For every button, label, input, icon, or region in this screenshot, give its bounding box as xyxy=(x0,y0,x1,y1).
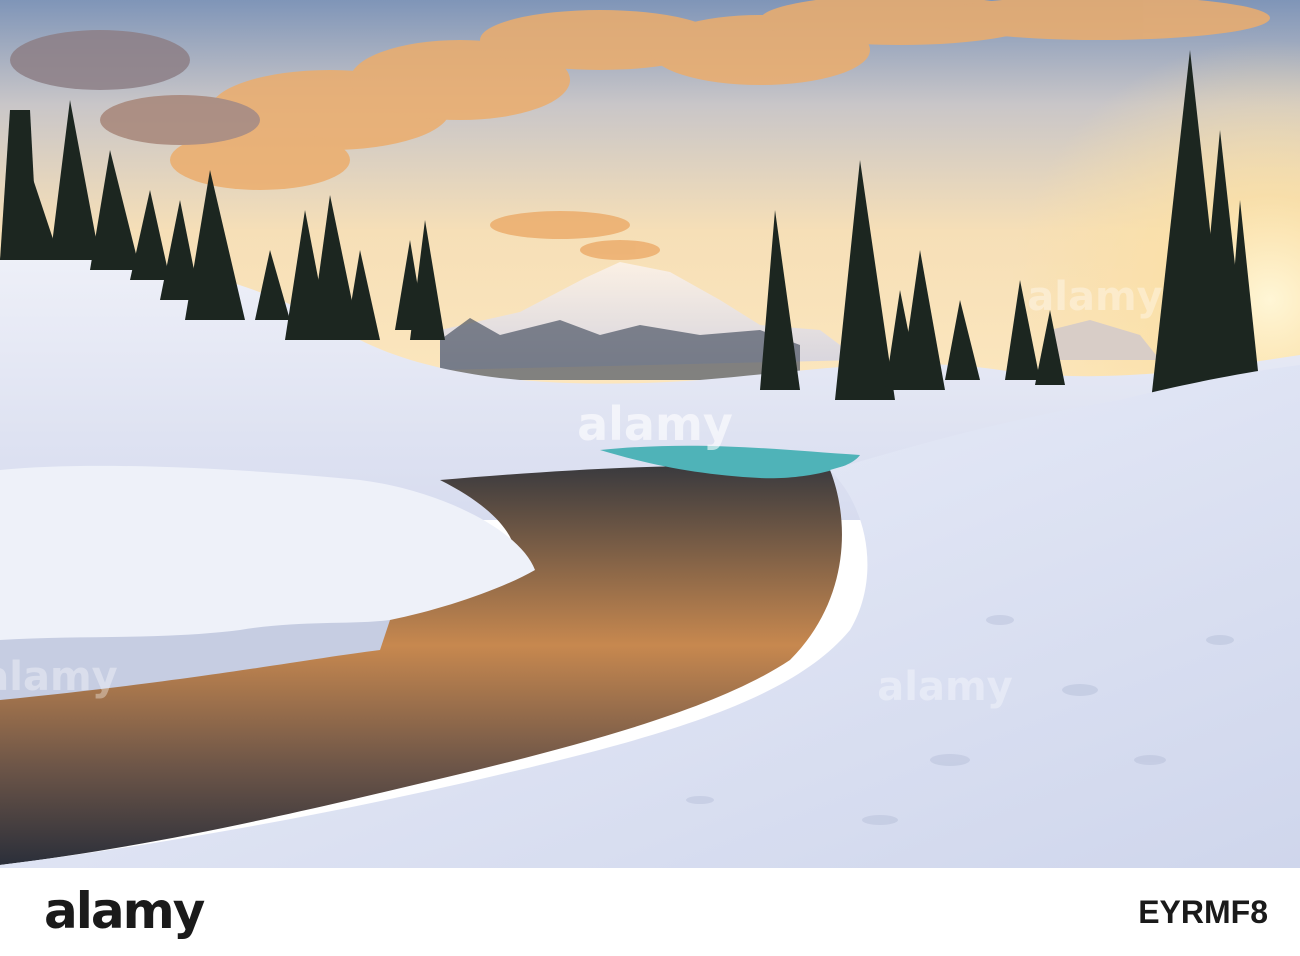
landscape-photo: alamy alamy alamy alamy xyxy=(0,0,1300,868)
image-id: EYRMF8 xyxy=(1138,894,1268,930)
watermark-left: alamy xyxy=(0,654,118,700)
watermark-center: alamy xyxy=(577,397,733,451)
brand-logo: alamy xyxy=(44,882,205,940)
watermark-right: alamy xyxy=(1027,274,1162,320)
stock-footer: alamy EYRMF8 xyxy=(0,868,1300,956)
watermark-lower: alamy xyxy=(877,664,1012,710)
